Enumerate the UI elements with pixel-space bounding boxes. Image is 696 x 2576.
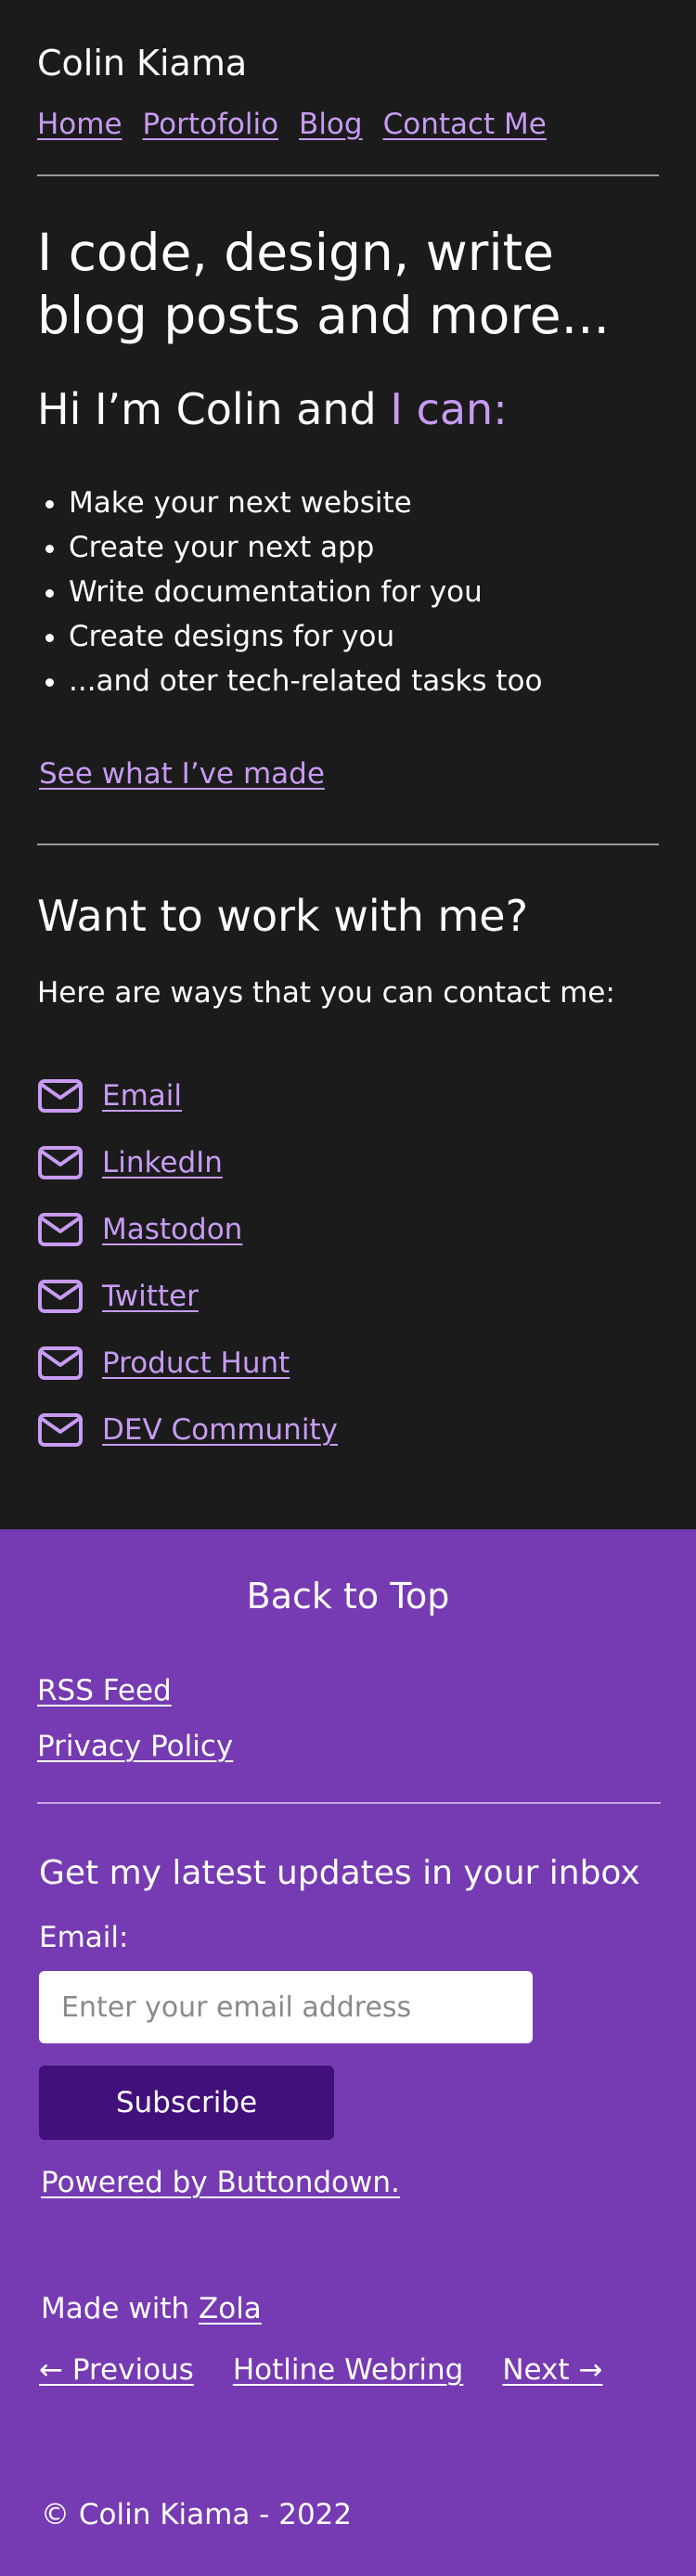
nav-contact-link[interactable]: Contact Me	[383, 108, 547, 141]
rss-feed-link[interactable]: RSS Feed	[37, 1674, 172, 1707]
work-text: Here are ways that you can contact me:	[37, 976, 615, 1010]
webring-next-link[interactable]: Next →	[502, 2353, 602, 2387]
contact-product-hunt-link[interactable]: Product Hunt	[102, 1346, 290, 1380]
privacy-policy-link[interactable]: Privacy Policy	[37, 1730, 233, 1763]
back-to-top-link[interactable]: Back to Top	[0, 1576, 696, 1616]
made-with-text: Made with Zola	[41, 2292, 262, 2325]
webring-nav: ← Previous Hotline Webring Next →	[39, 2353, 602, 2387]
envelope-icon	[38, 1346, 83, 1380]
subscribe-button[interactable]: Subscribe	[39, 2066, 334, 2140]
hero-heading: I code, design, write blog posts and mor…	[37, 223, 611, 345]
contact-item-product-hunt: Product Hunt	[37, 1330, 338, 1397]
footer-divider	[37, 1802, 661, 1804]
skill-item: ...and oter tech-related tasks too	[69, 659, 543, 703]
contact-linkedin-link[interactable]: LinkedIn	[102, 1146, 223, 1179]
skills-list: Make your next website Create your next …	[69, 481, 543, 703]
contact-item-mastodon: Mastodon	[37, 1196, 338, 1263]
contact-item-dev: DEV Community	[37, 1397, 338, 1463]
contact-email-link[interactable]: Email	[102, 1079, 182, 1113]
envelope-icon	[38, 1280, 83, 1313]
email-input[interactable]	[39, 1971, 533, 2043]
made-with-prefix: Made with	[41, 2292, 199, 2325]
contact-twitter-link[interactable]: Twitter	[102, 1280, 199, 1313]
webring-home-link[interactable]: Hotline Webring	[233, 2353, 464, 2387]
copyright-text: © Colin Kiama - 2022	[41, 2498, 353, 2531]
zola-link[interactable]: Zola	[199, 2292, 262, 2325]
envelope-icon	[38, 1079, 83, 1113]
work-heading: Want to work with me?	[37, 891, 529, 941]
intro-accent: I can:	[390, 384, 508, 434]
newsletter-heading: Get my latest updates in your inbox	[39, 1854, 640, 1892]
header-divider	[37, 174, 659, 176]
nav-portfolio-link[interactable]: Portofolio	[143, 108, 279, 141]
envelope-icon	[38, 1213, 83, 1246]
nav-home-link[interactable]: Home	[37, 108, 122, 141]
skill-item: Make your next website	[69, 481, 543, 525]
site-title: Colin Kiama	[37, 43, 248, 84]
contact-item-linkedin: LinkedIn	[37, 1129, 338, 1196]
powered-by-buttondown-link[interactable]: Powered by Buttondown.	[41, 2166, 400, 2199]
contact-item-twitter: Twitter	[37, 1263, 338, 1330]
skill-item: Create your next app	[69, 525, 543, 570]
contact-list: Email LinkedIn Mastodon Twitter Product …	[37, 1063, 338, 1463]
intro-prefix: Hi I’m Colin and	[37, 384, 391, 434]
webring-previous-link[interactable]: ← Previous	[39, 2353, 194, 2387]
nav-blog-link[interactable]: Blog	[299, 108, 363, 141]
see-portfolio-link[interactable]: See what I’ve made	[39, 757, 325, 791]
site-footer: Back to Top RSS Feed Privacy Policy Get …	[0, 1529, 696, 2576]
contact-dev-link[interactable]: DEV Community	[102, 1413, 338, 1447]
envelope-icon	[38, 1146, 83, 1179]
main-content: Colin Kiama Home Portofolio Blog Contact…	[0, 0, 696, 1529]
intro-heading: Hi I’m Colin and I can:	[37, 384, 508, 434]
skill-item: Create designs for you	[69, 614, 543, 659]
main-nav: Home Portofolio Blog Contact Me	[37, 108, 547, 141]
contact-mastodon-link[interactable]: Mastodon	[102, 1213, 242, 1246]
email-label: Email:	[39, 1921, 129, 1954]
contact-item-email: Email	[37, 1063, 338, 1129]
skill-item: Write documentation for you	[69, 570, 543, 614]
section-divider	[37, 844, 659, 845]
envelope-icon	[38, 1413, 83, 1447]
